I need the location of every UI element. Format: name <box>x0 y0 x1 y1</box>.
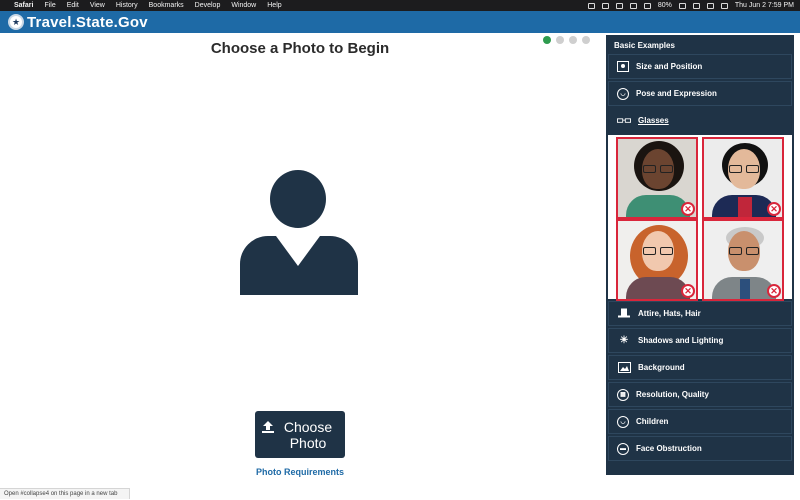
battery-icon[interactable] <box>678 2 686 9</box>
pixelated-face-icon: ▦ <box>617 388 629 401</box>
wifi-icon[interactable] <box>692 2 700 9</box>
site-logo[interactable]: Travel.State.Gov <box>27 14 148 31</box>
example-photo-woman-glasses[interactable]: ✕ <box>616 137 698 219</box>
x-circle-icon: ✕ <box>767 284 781 298</box>
sidebar-item-size-position[interactable]: Size and Position <box>608 54 792 79</box>
person-placeholder-icon <box>238 170 360 296</box>
progress-dot <box>582 36 590 44</box>
placeholder-head <box>270 170 326 228</box>
menu-history[interactable]: History <box>116 2 138 9</box>
example-photo-woman-glasses[interactable]: ✕ <box>616 219 698 301</box>
sidebar-heading: Basic Examples <box>614 41 675 50</box>
menu-view[interactable]: View <box>90 2 105 9</box>
control-center-icon[interactable] <box>720 2 728 9</box>
progress-dot <box>556 36 564 44</box>
sidebar-item-label: Background <box>638 363 685 372</box>
spotlight-search-icon[interactable] <box>706 2 714 9</box>
x-circle-icon: ✕ <box>681 202 695 216</box>
smiley-face-icon: ◡ <box>617 87 629 100</box>
state-department-seal-icon[interactable]: ★ <box>8 14 24 30</box>
status-cloud-icon[interactable] <box>629 2 637 9</box>
sun-icon: ☀ <box>619 335 629 346</box>
menu-edit[interactable]: Edit <box>67 2 79 9</box>
page-title: Choose a Photo to Begin <box>210 40 390 57</box>
sidebar-item-label: Face Obstruction <box>636 444 702 453</box>
menubar-clock[interactable]: Thu Jun 2 7:59 PM <box>735 2 794 9</box>
sidebar-item-shadows-lighting[interactable]: ☀ Shadows and Lighting <box>608 328 792 353</box>
sidebar-item-glasses[interactable]: Glasses <box>608 108 792 133</box>
sidebar-item-label: Shadows and Lighting <box>638 336 724 345</box>
macos-menubar: Safari File Edit View History Bookmarks … <box>0 0 800 11</box>
menu-bookmarks[interactable]: Bookmarks <box>149 2 184 9</box>
photo-requirements-link[interactable]: Photo Requirements <box>0 467 600 477</box>
sidebar-item-pose-expression[interactable]: ◡ Pose and Expression <box>608 81 792 106</box>
choose-photo-button[interactable]: Choose Photo <box>255 411 345 458</box>
example-photo-woman-glasses[interactable]: ✕ <box>702 137 784 219</box>
choose-photo-label: Choose Photo <box>283 418 333 451</box>
sidebar-item-label: Children <box>636 417 669 426</box>
hat-icon <box>617 308 631 320</box>
image-icon <box>617 362 631 374</box>
glasses-examples-panel: ✕ ✕ ✕ ✕ <box>608 135 792 301</box>
sidebar-item-attire-hats-hair[interactable]: Attire, Hats, Hair <box>608 301 792 326</box>
menu-safari[interactable]: Safari <box>14 2 33 9</box>
status-display-icon[interactable] <box>615 2 623 9</box>
status-shield-icon[interactable] <box>601 2 609 9</box>
example-photo-man-glasses[interactable]: ✕ <box>702 219 784 301</box>
status-app-icon[interactable] <box>587 2 595 9</box>
sidebar-item-label: Pose and Expression <box>636 89 717 98</box>
sidebar-item-label: Resolution, Quality <box>636 390 709 399</box>
sidebar-item-label: Glasses <box>638 116 669 125</box>
sidebar-item-label: Attire, Hats, Hair <box>638 309 701 318</box>
progress-dot <box>569 36 577 44</box>
status-volume-icon[interactable] <box>643 2 651 9</box>
sidebar-item-background[interactable]: Background <box>608 355 792 380</box>
x-circle-icon: ✕ <box>681 284 695 298</box>
obstructed-face-icon: ▬ <box>617 442 629 455</box>
upload-icon <box>262 421 274 434</box>
menu-help[interactable]: Help <box>267 2 281 9</box>
battery-percent[interactable]: 80% <box>658 2 672 9</box>
sidebar-item-resolution-quality[interactable]: ▦ Resolution, Quality <box>608 382 792 407</box>
examples-sidebar: Basic Examples Size and Position ◡ Pose … <box>606 35 794 475</box>
menubar-status-area: 80% Thu Jun 2 7:59 PM <box>587 2 794 9</box>
baby-face-icon: ◡ <box>617 415 629 428</box>
main-content: Choose a Photo to Begin Choose Photo Pho… <box>0 33 604 488</box>
glasses-icon <box>617 115 631 127</box>
site-header: ★ Travel.State.Gov <box>0 11 800 33</box>
placeholder-collar <box>276 236 320 266</box>
browser-status-bar: Open #collapse4 on this page in a new ta… <box>0 488 130 499</box>
menu-window[interactable]: Window <box>231 2 256 9</box>
step-progress-indicator <box>543 36 590 44</box>
sidebar-item-face-obstruction[interactable]: ▬ Face Obstruction <box>608 436 792 461</box>
sidebar-item-label: Size and Position <box>636 62 703 71</box>
sidebar-item-children[interactable]: ◡ Children <box>608 409 792 434</box>
progress-dot-active <box>543 36 551 44</box>
menu-file[interactable]: File <box>44 2 55 9</box>
menu-develop[interactable]: Develop <box>195 2 221 9</box>
x-circle-icon: ✕ <box>767 202 781 216</box>
portrait-box-icon <box>617 61 629 72</box>
